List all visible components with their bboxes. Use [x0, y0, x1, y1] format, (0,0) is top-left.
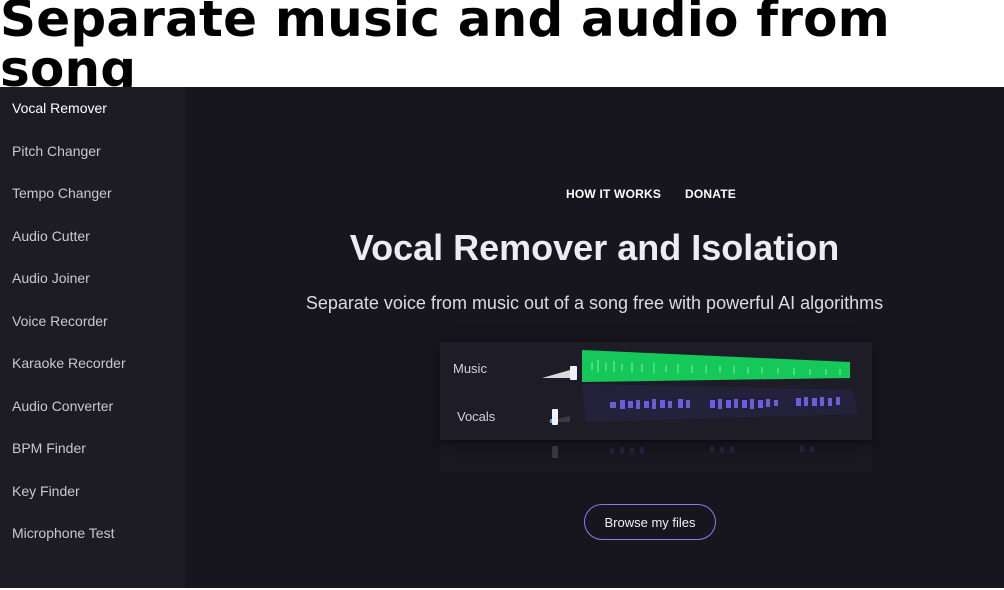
nav-donate-link[interactable]: DONATE	[685, 187, 736, 201]
banner-title: Separate music and audio from song	[0, 0, 890, 98]
sidebar-item-key-finder[interactable]: Key Finder	[12, 483, 80, 499]
track-label-vocals: Vocals	[457, 409, 496, 424]
sidebar-item-microphone-test[interactable]: Microphone Test	[12, 525, 114, 541]
sidebar-item-audio-joiner[interactable]: Audio Joiner	[12, 270, 90, 286]
page-subtitle: Separate voice from music out of a song …	[305, 293, 884, 313]
mixer-illustration: Music Vocals	[440, 342, 872, 482]
vocals-waveform	[582, 384, 858, 422]
browse-files-button[interactable]: Browse my files	[584, 504, 716, 540]
banner: Separate music and audio from song	[0, 0, 1004, 94]
sidebar-item-bpm-finder[interactable]: BPM Finder	[12, 440, 86, 456]
sidebar-item-audio-converter[interactable]: Audio Converter	[12, 398, 113, 414]
sidebar: Vocal Remover Pitch Changer Tempo Change…	[0, 87, 185, 588]
sidebar-item-karaoke-recorder[interactable]: Karaoke Recorder	[12, 355, 126, 371]
mixer-reflection	[440, 442, 872, 472]
vocals-fader-icon	[546, 409, 570, 425]
music-fader-icon	[542, 366, 577, 380]
page-title: Vocal Remover and Isolation	[349, 227, 840, 268]
sidebar-item-voice-recorder[interactable]: Voice Recorder	[12, 313, 108, 329]
sidebar-item-tempo-changer[interactable]: Tempo Changer	[12, 185, 112, 201]
nav-how-it-works-link[interactable]: HOW IT WORKS	[566, 187, 661, 201]
music-waveform	[582, 350, 850, 382]
main-content: HOW IT WORKS DONATE Vocal Remover and Is…	[185, 87, 1004, 588]
sidebar-item-pitch-changer[interactable]: Pitch Changer	[12, 143, 101, 159]
sidebar-item-audio-cutter[interactable]: Audio Cutter	[12, 228, 90, 244]
track-label-music: Music	[453, 361, 487, 376]
sidebar-item-vocal-remover[interactable]: Vocal Remover	[12, 100, 107, 116]
